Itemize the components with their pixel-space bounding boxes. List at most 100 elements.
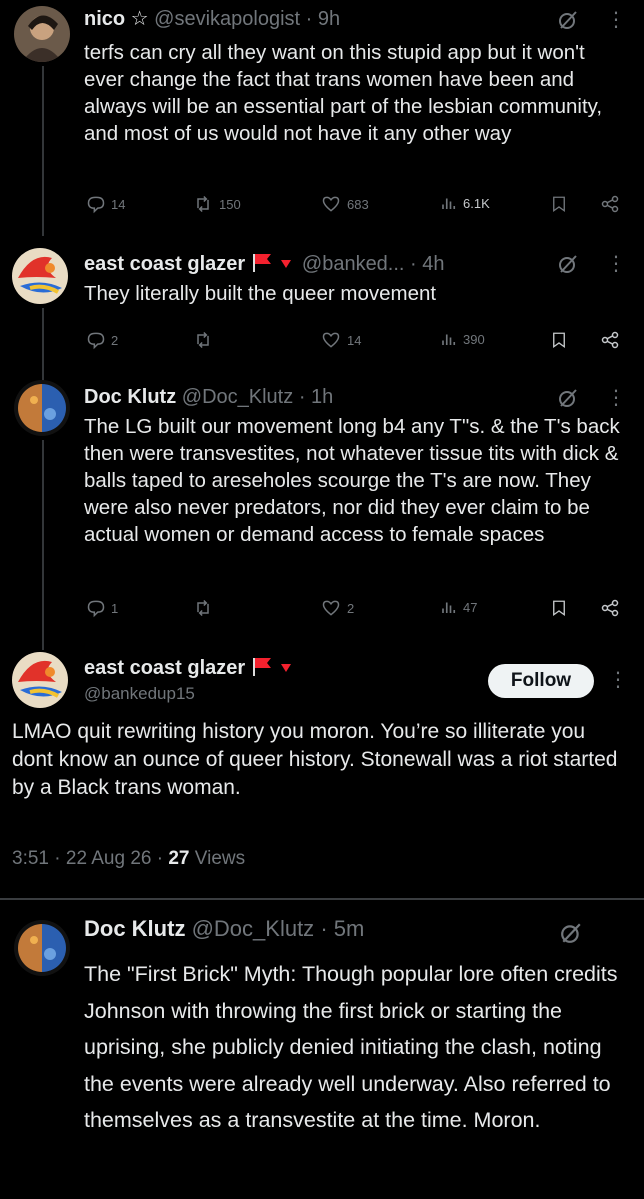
reply-count: 1 bbox=[111, 600, 119, 616]
views-button[interactable]: 47 bbox=[440, 598, 477, 616]
author-handle[interactable]: @bankedup15 bbox=[84, 684, 195, 704]
tweet-header: Doc Klutz @Doc_Klutz · 1h bbox=[84, 386, 334, 408]
tweet-text: LMAO quit rewriting history you moron. Y… bbox=[12, 720, 618, 799]
repost-count: 150 bbox=[219, 196, 241, 212]
tweet-text: The "First Brick" Myth: Though popular l… bbox=[84, 962, 618, 1132]
views-icon bbox=[442, 334, 456, 345]
share-icon bbox=[601, 331, 619, 349]
chevron-down-icon bbox=[280, 250, 292, 276]
like-count: 2 bbox=[347, 600, 355, 616]
share-button[interactable] bbox=[599, 330, 621, 350]
repost-button[interactable] bbox=[192, 330, 214, 350]
author-handle[interactable]: @Doc_Klutz bbox=[182, 386, 293, 408]
views-icon bbox=[442, 198, 456, 209]
tweet-text: The LG built our movement long b4 any T"… bbox=[84, 415, 620, 546]
timestamp[interactable]: 9h bbox=[318, 8, 340, 30]
views-count: 27 bbox=[168, 848, 190, 869]
action-bar: 14 150 683 6.1K bbox=[84, 194, 629, 220]
bookmark-button[interactable] bbox=[550, 194, 568, 214]
views-label: Views bbox=[194, 848, 246, 869]
tweet-text: They literally built the queer movement bbox=[84, 282, 437, 305]
author-name[interactable]: Doc Klutz bbox=[84, 916, 185, 941]
like-count: 683 bbox=[347, 196, 369, 212]
views-button[interactable]: 390 bbox=[440, 330, 485, 348]
focused-tweet[interactable]: east coast glazer @bankedup15 Follow ⋮ L… bbox=[0, 640, 644, 890]
views-icon bbox=[442, 602, 456, 613]
like-count: 14 bbox=[347, 332, 362, 348]
more-icon[interactable]: ⋮ bbox=[606, 254, 626, 274]
follow-button[interactable]: Follow bbox=[488, 664, 594, 698]
avatar[interactable] bbox=[12, 248, 68, 304]
avatar[interactable] bbox=[12, 652, 68, 708]
views-button[interactable]: 6.1K bbox=[440, 194, 490, 212]
divider bbox=[0, 898, 644, 900]
author-name[interactable]: east coast glazer bbox=[84, 253, 245, 275]
author-handle[interactable]: @sevikapologist bbox=[154, 8, 300, 30]
reply-tweet[interactable]: Doc Klutz @Doc_Klutz · 5m The "First Bri… bbox=[0, 904, 644, 1199]
repost-button[interactable]: 150 bbox=[192, 194, 241, 214]
avatar[interactable] bbox=[14, 380, 70, 436]
action-bar: 1 2 47 bbox=[84, 598, 629, 624]
like-button[interactable]: 683 bbox=[320, 194, 369, 214]
tweet-header: east coast glazer @banked... · 4h bbox=[84, 250, 445, 279]
grok-icon[interactable] bbox=[558, 254, 578, 279]
share-icon bbox=[601, 599, 619, 617]
like-icon bbox=[322, 332, 340, 348]
like-icon bbox=[322, 196, 340, 212]
avatar[interactable] bbox=[14, 6, 70, 62]
timestamp[interactable]: 5m bbox=[334, 916, 365, 941]
grok-icon[interactable] bbox=[558, 388, 578, 413]
reply-icon bbox=[87, 196, 105, 214]
timestamp[interactable]: 4h bbox=[422, 253, 444, 275]
post-date[interactable]: 22 Aug 26 bbox=[66, 848, 152, 869]
avatar[interactable] bbox=[14, 920, 70, 976]
author-handle[interactable]: @banked... bbox=[302, 253, 405, 275]
reply-button[interactable]: 1 bbox=[86, 598, 118, 618]
chevron-down-icon bbox=[280, 654, 292, 680]
author-name[interactable]: Doc Klutz bbox=[84, 386, 176, 408]
thread-line bbox=[42, 308, 44, 384]
repost-icon bbox=[197, 599, 209, 617]
share-button[interactable] bbox=[599, 598, 621, 618]
bookmark-button[interactable] bbox=[550, 598, 568, 618]
more-icon[interactable]: ⋮ bbox=[606, 388, 626, 408]
tweet-3[interactable]: Doc Klutz @Doc_Klutz · 1h ⋮ The LG built… bbox=[0, 376, 644, 650]
bookmark-icon bbox=[553, 600, 565, 617]
timestamp[interactable]: 1h bbox=[311, 386, 333, 408]
reply-button[interactable]: 14 bbox=[86, 194, 125, 214]
more-icon[interactable]: ⋮ bbox=[606, 10, 626, 30]
tweet-header: Doc Klutz @Doc_Klutz · 5m bbox=[84, 916, 365, 941]
bookmark-icon bbox=[553, 196, 565, 213]
grok-icon[interactable] bbox=[560, 922, 582, 949]
bookmark-icon bbox=[553, 332, 565, 349]
reply-icon bbox=[87, 332, 105, 350]
views-count: 47 bbox=[463, 599, 478, 615]
reply-count: 14 bbox=[111, 196, 126, 212]
author-name[interactable]: east coast glazer bbox=[84, 657, 245, 679]
views-count: 390 bbox=[463, 331, 485, 347]
views-count: 6.1K bbox=[463, 195, 490, 211]
like-button[interactable]: 14 bbox=[320, 330, 361, 350]
grok-icon[interactable] bbox=[558, 10, 578, 35]
reply-count: 2 bbox=[111, 332, 119, 348]
repost-icon bbox=[197, 195, 209, 213]
post-time[interactable]: 3:51 bbox=[12, 848, 49, 869]
share-button[interactable] bbox=[599, 194, 621, 214]
action-bar: 2 14 390 bbox=[84, 330, 629, 356]
repost-button[interactable] bbox=[192, 598, 214, 618]
repost-icon bbox=[197, 331, 209, 349]
share-icon bbox=[601, 195, 619, 213]
author-name[interactable]: nico ☆ bbox=[84, 8, 149, 30]
flag-icon bbox=[251, 656, 273, 683]
tweet-meta: 3:51 · 22 Aug 26 · 27 Views bbox=[12, 848, 246, 869]
author-handle[interactable]: @Doc_Klutz bbox=[192, 916, 315, 941]
reply-button[interactable]: 2 bbox=[86, 330, 118, 350]
tweet-header: nico ☆ @sevikapologist · 9h bbox=[84, 8, 341, 30]
tweet-2[interactable]: east coast glazer @banked... · 4h ⋮ They… bbox=[0, 240, 644, 384]
tweet-1[interactable]: nico ☆ @sevikapologist · 9h ⋮ terfs can … bbox=[0, 0, 644, 236]
like-button[interactable]: 2 bbox=[320, 598, 354, 618]
bookmark-button[interactable] bbox=[550, 330, 568, 350]
reply-icon bbox=[87, 600, 105, 618]
tweet-header: east coast glazer bbox=[84, 654, 292, 683]
more-icon[interactable]: ⋮ bbox=[608, 670, 628, 690]
